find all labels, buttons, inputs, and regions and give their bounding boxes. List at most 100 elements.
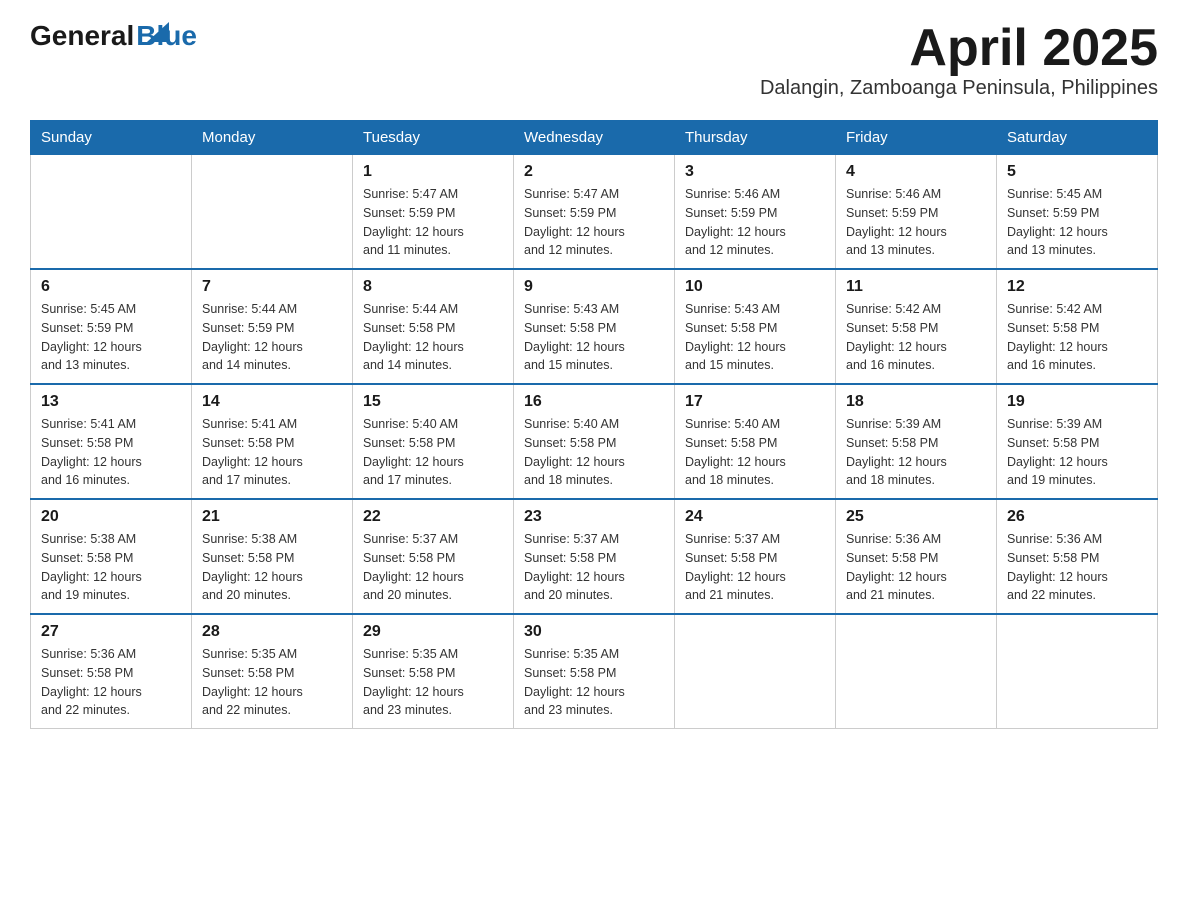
day-number: 6 [41, 278, 181, 296]
calendar-cell [192, 155, 353, 270]
day-info: Sunrise: 5:43 AMSunset: 5:58 PMDaylight:… [685, 300, 825, 375]
day-number: 13 [41, 393, 181, 411]
day-info: Sunrise: 5:44 AMSunset: 5:58 PMDaylight:… [363, 300, 503, 375]
day-info: Sunrise: 5:35 AMSunset: 5:58 PMDaylight:… [363, 645, 503, 720]
day-number: 9 [524, 278, 664, 296]
day-number: 11 [846, 278, 986, 296]
calendar-cell [31, 155, 192, 270]
calendar-cell: 9 Sunrise: 5:43 AMSunset: 5:58 PMDaylight… [514, 269, 675, 384]
day-number: 29 [363, 623, 503, 641]
weekday-header-saturday: Saturday [997, 121, 1158, 155]
calendar-cell: 4Sunrise: 5:46 AMSunset: 5:59 PMDaylight… [836, 155, 997, 270]
day-info: Sunrise: 5:39 AMSunset: 5:58 PMDaylight:… [1007, 415, 1147, 490]
day-info: Sunrise: 5:44 AMSunset: 5:59 PMDaylight:… [202, 300, 342, 375]
calendar-week-row: 20Sunrise: 5:38 AMSunset: 5:58 PMDayligh… [31, 499, 1158, 614]
day-number: 24 [685, 508, 825, 526]
logo: General Blue [30, 20, 197, 52]
calendar-cell: 5 Sunrise: 5:45 AMSunset: 5:59 PMDaylight… [997, 155, 1158, 270]
day-info: Sunrise: 5:38 AMSunset: 5:58 PMDaylight:… [202, 530, 342, 605]
calendar-week-row: 13 Sunrise: 5:41 AMSunset: 5:58 PMDayligh… [31, 384, 1158, 499]
calendar-cell [836, 614, 997, 729]
calendar-cell: 22Sunrise: 5:37 AMSunset: 5:58 PMDayligh… [353, 499, 514, 614]
calendar-week-row: 27Sunrise: 5:36 AMSunset: 5:58 PMDayligh… [31, 614, 1158, 729]
day-number: 17 [685, 393, 825, 411]
calendar-cell [675, 614, 836, 729]
day-number: 25 [846, 508, 986, 526]
calendar-cell: 13 Sunrise: 5:41 AMSunset: 5:58 PMDayligh… [31, 384, 192, 499]
calendar-cell: 23 Sunrise: 5:37 AMSunset: 5:58 PMDayligh… [514, 499, 675, 614]
calendar-cell: 2 Sunrise: 5:47 AMSunset: 5:59 PMDaylight… [514, 155, 675, 270]
weekday-header-sunday: Sunday [31, 121, 192, 155]
day-info: Sunrise: 5:46 AMSunset: 5:59 PMDaylight:… [685, 185, 825, 260]
logo-triangle-icon [147, 22, 169, 42]
day-number: 15 [363, 393, 503, 411]
month-title: April 2025 [760, 20, 1158, 77]
calendar-cell: 6 Sunrise: 5:45 AMSunset: 5:59 PMDaylight… [31, 269, 192, 384]
calendar-cell: 16 Sunrise: 5:40 AMSunset: 5:58 PMDayligh… [514, 384, 675, 499]
day-number: 23 [524, 508, 664, 526]
calendar-cell: 19 Sunrise: 5:39 AMSunset: 5:58 PMDayligh… [997, 384, 1158, 499]
day-info: Sunrise: 5:41 AMSunset: 5:58 PMDaylight:… [202, 415, 342, 490]
day-number: 14 [202, 393, 342, 411]
calendar-week-row: 1 Sunrise: 5:47 AMSunset: 5:59 PMDaylight… [31, 155, 1158, 270]
calendar-header-row: SundayMondayTuesdayWednesdayThursdayFrid… [31, 121, 1158, 155]
calendar-cell: 21Sunrise: 5:38 AMSunset: 5:58 PMDayligh… [192, 499, 353, 614]
day-info: Sunrise: 5:35 AMSunset: 5:58 PMDaylight:… [524, 645, 664, 720]
day-info: Sunrise: 5:47 AMSunset: 5:59 PMDaylight:… [363, 185, 503, 260]
day-info: Sunrise: 5:47 AMSunset: 5:59 PMDaylight:… [524, 185, 664, 260]
calendar-cell [997, 614, 1158, 729]
logo-general-text: General [30, 20, 134, 52]
calendar-cell: 25Sunrise: 5:36 AMSunset: 5:58 PMDayligh… [836, 499, 997, 614]
day-number: 1 [363, 163, 503, 181]
page-header: General Blue April 2025 Dalangin, Zamboa… [30, 20, 1158, 116]
calendar-cell: 1 Sunrise: 5:47 AMSunset: 5:59 PMDaylight… [353, 155, 514, 270]
calendar-cell: 17 Sunrise: 5:40 AMSunset: 5:58 PMDayligh… [675, 384, 836, 499]
calendar-cell: 27Sunrise: 5:36 AMSunset: 5:58 PMDayligh… [31, 614, 192, 729]
calendar-cell: 3 Sunrise: 5:46 AMSunset: 5:59 PMDaylight… [675, 155, 836, 270]
day-info: Sunrise: 5:41 AMSunset: 5:58 PMDaylight:… [41, 415, 181, 490]
day-info: Sunrise: 5:45 AMSunset: 5:59 PMDaylight:… [1007, 185, 1147, 260]
calendar-cell: 24Sunrise: 5:37 AMSunset: 5:58 PMDayligh… [675, 499, 836, 614]
calendar-cell: 26 Sunrise: 5:36 AMSunset: 5:58 PMDayligh… [997, 499, 1158, 614]
calendar-cell: 12 Sunrise: 5:42 AMSunset: 5:58 PMDayligh… [997, 269, 1158, 384]
day-info: Sunrise: 5:40 AMSunset: 5:58 PMDaylight:… [685, 415, 825, 490]
day-info: Sunrise: 5:40 AMSunset: 5:58 PMDaylight:… [363, 415, 503, 490]
day-number: 19 [1007, 393, 1147, 411]
calendar-cell: 20Sunrise: 5:38 AMSunset: 5:58 PMDayligh… [31, 499, 192, 614]
day-number: 3 [685, 163, 825, 181]
weekday-header-tuesday: Tuesday [353, 121, 514, 155]
weekday-header-monday: Monday [192, 121, 353, 155]
day-number: 28 [202, 623, 342, 641]
calendar-cell: 18Sunrise: 5:39 AMSunset: 5:58 PMDayligh… [836, 384, 997, 499]
location-title: Dalangin, Zamboanga Peninsula, Philippin… [760, 77, 1158, 100]
calendar-week-row: 6 Sunrise: 5:45 AMSunset: 5:59 PMDaylight… [31, 269, 1158, 384]
day-info: Sunrise: 5:35 AMSunset: 5:58 PMDaylight:… [202, 645, 342, 720]
day-number: 7 [202, 278, 342, 296]
day-info: Sunrise: 5:36 AMSunset: 5:58 PMDaylight:… [1007, 530, 1147, 605]
day-info: Sunrise: 5:40 AMSunset: 5:58 PMDaylight:… [524, 415, 664, 490]
calendar-cell: 14 Sunrise: 5:41 AMSunset: 5:58 PMDayligh… [192, 384, 353, 499]
calendar-cell: 8Sunrise: 5:44 AMSunset: 5:58 PMDaylight… [353, 269, 514, 384]
day-info: Sunrise: 5:46 AMSunset: 5:59 PMDaylight:… [846, 185, 986, 260]
day-number: 12 [1007, 278, 1147, 296]
day-number: 16 [524, 393, 664, 411]
day-number: 5 [1007, 163, 1147, 181]
calendar-table: SundayMondayTuesdayWednesdayThursdayFrid… [30, 120, 1158, 729]
day-number: 22 [363, 508, 503, 526]
day-info: Sunrise: 5:43 AMSunset: 5:58 PMDaylight:… [524, 300, 664, 375]
weekday-header-friday: Friday [836, 121, 997, 155]
calendar-cell: 10 Sunrise: 5:43 AMSunset: 5:58 PMDayligh… [675, 269, 836, 384]
calendar-cell: 30 Sunrise: 5:35 AMSunset: 5:58 PMDayligh… [514, 614, 675, 729]
day-info: Sunrise: 5:37 AMSunset: 5:58 PMDaylight:… [524, 530, 664, 605]
weekday-header-wednesday: Wednesday [514, 121, 675, 155]
day-number: 30 [524, 623, 664, 641]
day-number: 2 [524, 163, 664, 181]
day-info: Sunrise: 5:45 AMSunset: 5:59 PMDaylight:… [41, 300, 181, 375]
day-number: 26 [1007, 508, 1147, 526]
title-block: April 2025 Dalangin, Zamboanga Peninsula… [760, 20, 1158, 116]
day-info: Sunrise: 5:36 AMSunset: 5:58 PMDaylight:… [41, 645, 181, 720]
day-info: Sunrise: 5:42 AMSunset: 5:58 PMDaylight:… [1007, 300, 1147, 375]
day-number: 10 [685, 278, 825, 296]
day-info: Sunrise: 5:38 AMSunset: 5:58 PMDaylight:… [41, 530, 181, 605]
day-number: 18 [846, 393, 986, 411]
